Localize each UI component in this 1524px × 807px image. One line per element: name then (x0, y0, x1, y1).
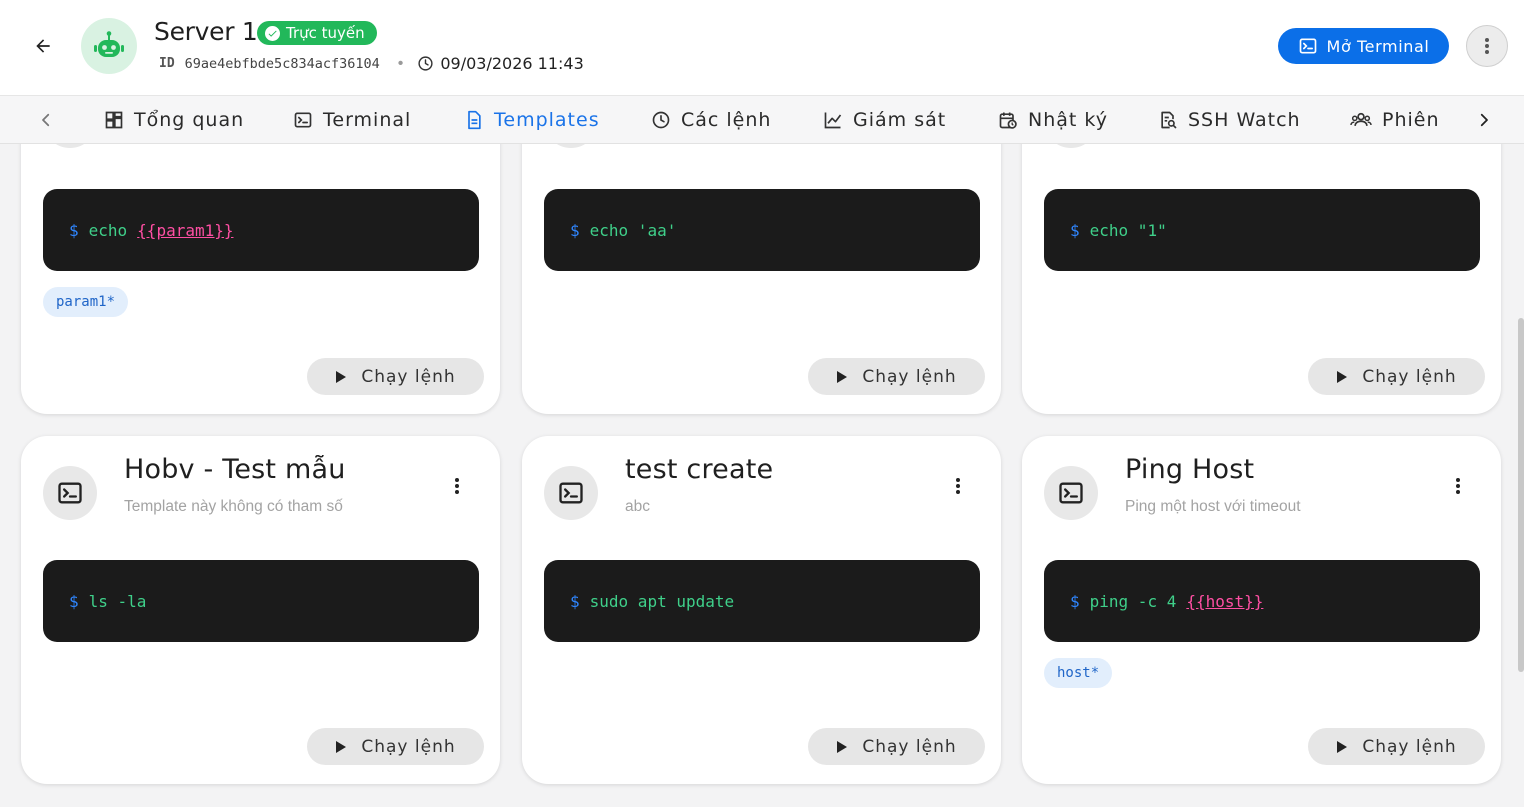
tab-label: Tổng quan (134, 109, 245, 131)
card-icon (544, 466, 598, 520)
more-vert-icon (455, 478, 459, 494)
template-title: Ping Host (1125, 454, 1255, 485)
template-title: test create (625, 454, 774, 485)
tab-ssh-watch[interactable]: SSH Watch (1158, 96, 1301, 144)
last-updated: 09/03/2026 11:43 (440, 54, 584, 73)
app-header: Server 1 Trực tuyến ID 69ae4ebfbde5c834a… (0, 0, 1524, 95)
play-icon (1337, 740, 1348, 753)
template-card: test create abc $ sudo apt update Chạy lệ… (522, 436, 1001, 784)
run-command-button[interactable]: Chạy lệnh (307, 358, 484, 395)
command-preview: $ echo 'aa' (544, 189, 980, 271)
template-description: abc (625, 498, 650, 515)
robot-icon (94, 31, 124, 57)
document-icon (468, 110, 481, 130)
card-menu-button[interactable] (1442, 470, 1474, 502)
template-card: Ping Host Ping một host với timeout $ pin… (1022, 436, 1501, 784)
card-menu-button[interactable] (942, 470, 974, 502)
play-icon (1337, 370, 1348, 383)
play-icon (336, 370, 347, 383)
template-description: Ping một host với timeout (1125, 498, 1301, 515)
card-menu-button[interactable] (441, 470, 473, 502)
server-meta: ID 69ae4ebfbde5c834acf36104 • 09/03/2026… (159, 54, 584, 73)
tab-templates[interactable]: Templates (464, 96, 600, 144)
template-title: Hobv - Test mẫu (124, 454, 346, 485)
card-icon (43, 466, 97, 520)
status-badge: Trực tuyến (257, 21, 377, 45)
terminal-icon (58, 482, 82, 504)
clock-icon (417, 55, 434, 72)
command-preview: $ echo "1" (1044, 189, 1480, 271)
tab-label: Các lệnh (681, 109, 772, 131)
id-label: ID (159, 56, 175, 71)
play-icon (837, 740, 848, 753)
page-scrollbar[interactable] (1518, 318, 1524, 672)
tab-monitoring[interactable]: Giám sát (823, 96, 946, 144)
more-options-button[interactable] (1466, 25, 1508, 67)
tab-label: SSH Watch (1188, 109, 1301, 131)
tab-sessions[interactable]: Phiên (1350, 96, 1440, 144)
tab-logs[interactable]: Nhật ký (998, 96, 1108, 144)
clock-icon (652, 111, 670, 129)
template-description: Template này không có tham số (124, 498, 343, 515)
users-icon (1350, 112, 1372, 126)
tab-overview[interactable]: Tổng quan (104, 96, 244, 144)
server-avatar (81, 18, 137, 74)
param-chip: param1* (43, 287, 129, 317)
template-card: $ echo 'aa' Chạy lệnh (522, 144, 1001, 414)
card-terminal-icon (1044, 144, 1098, 148)
tab-label: Terminal (323, 109, 412, 131)
run-command-button[interactable]: Chạy lệnh (808, 358, 985, 395)
tabs-scroll-left[interactable] (32, 106, 60, 134)
arrow-left-icon (36, 39, 50, 53)
command-preview: $ ls -la (43, 560, 479, 642)
command-preview: $ sudo apt update (544, 560, 980, 642)
terminal-icon (1299, 38, 1316, 54)
card-terminal-icon (544, 144, 598, 148)
more-vert-icon (1456, 478, 1460, 494)
template-card: Hobv - Test mẫu Template này không có th… (21, 436, 500, 784)
tab-commands[interactable]: Các lệnh (651, 96, 771, 144)
template-card: $ echo {{param1}} param1* Chạy lệnh (21, 144, 500, 414)
check-circle-icon (265, 25, 280, 41)
more-vert-icon (956, 478, 960, 494)
server-id: 69ae4ebfbde5c834acf36104 (184, 55, 380, 72)
more-vert-icon (1485, 38, 1489, 54)
server-name: Server 1 (154, 17, 258, 46)
templates-grid: $ echo {{param1}} param1* Chạy lệnh $ echo … (0, 144, 1524, 807)
tab-label: Phiên (1382, 109, 1440, 131)
tab-terminal[interactable]: Terminal (293, 96, 411, 144)
play-icon (336, 740, 347, 753)
terminal-icon (294, 112, 312, 128)
param-chip: host* (1044, 658, 1113, 688)
chevron-right-icon (1480, 113, 1488, 127)
tabs-scroll-right[interactable] (1470, 106, 1498, 134)
tab-label: Templates (494, 109, 600, 131)
card-icon (1044, 466, 1098, 520)
back-button[interactable] (26, 29, 60, 63)
tab-label: Nhật ký (1028, 109, 1108, 131)
card-terminal-icon (43, 144, 97, 148)
status-text: Trực tuyến (286, 24, 365, 42)
run-command-button[interactable]: Chạy lệnh (1308, 358, 1485, 395)
open-terminal-button[interactable]: Mở Terminal (1278, 28, 1449, 64)
tab-label: Giám sát (853, 109, 947, 131)
run-command-button[interactable]: Chạy lệnh (808, 728, 985, 765)
chevron-left-icon (42, 113, 50, 127)
terminal-icon (1059, 482, 1083, 504)
search-doc-icon (1161, 111, 1177, 129)
run-command-button[interactable]: Chạy lệnh (307, 728, 484, 765)
template-card: $ echo "1" Chạy lệnh (1022, 144, 1501, 414)
dashboard-icon (105, 111, 123, 129)
command-preview: $ ping -c 4 {{host}} (1044, 560, 1480, 642)
tab-bar: Tổng quan Terminal Templates Các lệnh Gi… (0, 95, 1524, 144)
command-preview: $ echo {{param1}} (43, 189, 479, 271)
open-terminal-label: Mở Terminal (1326, 36, 1430, 56)
chart-line-icon (824, 112, 842, 129)
play-icon (837, 370, 848, 383)
terminal-icon (559, 482, 583, 504)
calendar-clock-icon (999, 112, 1017, 129)
separator-dot: • (397, 54, 404, 72)
run-command-button[interactable]: Chạy lệnh (1308, 728, 1485, 765)
